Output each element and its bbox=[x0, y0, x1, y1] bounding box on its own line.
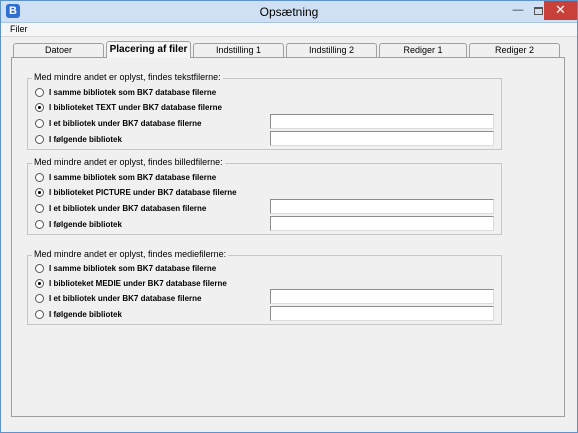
radio-button[interactable] bbox=[35, 220, 44, 229]
menu-item-filer[interactable]: Filer bbox=[10, 24, 28, 34]
picture-files-group: Med mindre andet er oplyst, findes bille… bbox=[27, 157, 502, 235]
option-label: I biblioteket PICTURE under BK7 database… bbox=[49, 188, 237, 197]
tab-placering-af-filer[interactable]: Placering af filer bbox=[106, 41, 191, 58]
tab-indstilling-2[interactable]: Indstilling 2 bbox=[286, 43, 377, 57]
option-label: I samme bibliotek som BK7 database filer… bbox=[49, 173, 217, 182]
radio-button[interactable] bbox=[35, 264, 44, 273]
maximize-icon bbox=[534, 7, 543, 15]
tab-datoer[interactable]: Datoer bbox=[13, 43, 104, 57]
radio-button[interactable] bbox=[35, 119, 44, 128]
folder-path-input[interactable] bbox=[270, 216, 494, 231]
subfolder-input[interactable] bbox=[270, 114, 494, 129]
radio-button[interactable] bbox=[35, 294, 44, 303]
tab-rediger-1[interactable]: Rediger 1 bbox=[379, 43, 467, 57]
option-label: I et bibliotek under BK7 database filern… bbox=[49, 294, 202, 303]
close-button[interactable]: ✕ bbox=[544, 1, 577, 20]
group-legend: Med mindre andet er oplyst, findes bille… bbox=[32, 157, 225, 167]
radio-button[interactable] bbox=[35, 103, 44, 112]
option-label: I følgende bibliotek bbox=[49, 220, 122, 229]
option-label: I biblioteket TEXT under BK7 database fi… bbox=[49, 103, 222, 112]
tab-indstilling-1[interactable]: Indstilling 1 bbox=[193, 43, 284, 57]
group-legend: Med mindre andet er oplyst, findes medie… bbox=[32, 249, 229, 259]
option-label: I biblioteket MEDIE under BK7 database f… bbox=[49, 279, 227, 288]
subfolder-input[interactable] bbox=[270, 289, 494, 304]
radio-button[interactable] bbox=[35, 88, 44, 97]
title-bar[interactable]: B Opsætning — ✕ bbox=[1, 1, 577, 23]
option-label: I følgende bibliotek bbox=[49, 310, 122, 319]
folder-path-input[interactable] bbox=[270, 131, 494, 146]
radio-button[interactable] bbox=[35, 279, 44, 288]
radio-button[interactable] bbox=[35, 204, 44, 213]
menu-bar: Filer bbox=[1, 23, 577, 37]
option-label: I et bibliotek under BK7 database filern… bbox=[49, 119, 202, 128]
minimize-button[interactable]: — bbox=[505, 2, 531, 20]
folder-path-input[interactable] bbox=[270, 306, 494, 321]
tab-rediger-2[interactable]: Rediger 2 bbox=[469, 43, 560, 57]
media-files-group: Med mindre andet er oplyst, findes medie… bbox=[27, 249, 502, 325]
radio-button[interactable] bbox=[35, 173, 44, 182]
option-label: I samme bibliotek som BK7 database filer… bbox=[49, 264, 217, 273]
option-label: I et bibliotek under BK7 databasen filer… bbox=[49, 204, 207, 213]
radio-button[interactable] bbox=[35, 188, 44, 197]
subfolder-input[interactable] bbox=[270, 199, 494, 214]
radio-button[interactable] bbox=[35, 135, 44, 144]
text-files-group: Med mindre andet er oplyst, findes tekst… bbox=[27, 72, 502, 150]
radio-button[interactable] bbox=[35, 310, 44, 319]
window-title: Opsætning bbox=[259, 5, 319, 19]
option-label: I samme bibliotek som BK7 database filer… bbox=[49, 88, 217, 97]
settings-window: B Opsætning — ✕ Filer Datoer Placering a… bbox=[0, 0, 578, 433]
option-label: I følgende bibliotek bbox=[49, 135, 122, 144]
group-legend: Med mindre andet er oplyst, findes tekst… bbox=[32, 72, 223, 82]
